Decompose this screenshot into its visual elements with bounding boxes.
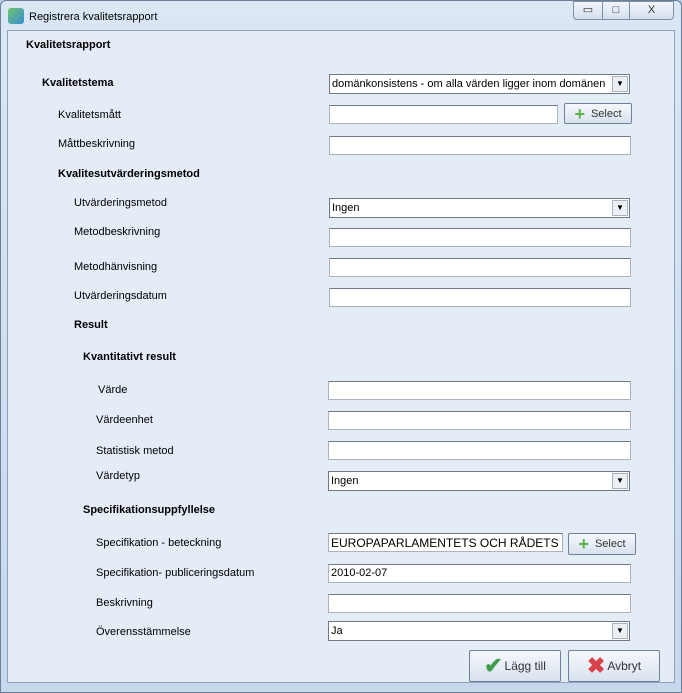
result-heading: Result [74, 319, 108, 331]
chevron-down-icon[interactable]: ▼ [612, 623, 628, 639]
app-icon [8, 8, 24, 24]
plus-icon: + [578, 534, 589, 554]
spec-heading: Specifikationsuppfyllelse [83, 504, 216, 516]
metodhanv-label: Metodhänvisning [74, 261, 158, 273]
tema-combo[interactable]: domänkonsistens - om alla värden ligger … [329, 74, 630, 94]
add-label: Lägg till [504, 659, 546, 673]
plus-icon: + [574, 103, 585, 124]
x-icon: ✖ [586, 653, 606, 678]
minimize-button[interactable]: ▭ [573, 1, 603, 20]
specpub-label: Specifikation- publiceringsdatum [96, 567, 255, 579]
vardeenhet-input[interactable] [328, 411, 631, 430]
vardetyp-combo[interactable]: Ingen ▼ [328, 471, 630, 491]
matt-select-button[interactable]: + Select [564, 103, 632, 124]
add-button[interactable]: ✔ Lägg till [469, 650, 561, 682]
varde-label: Värde [98, 384, 128, 396]
beskr-input[interactable] [328, 594, 631, 613]
vardetyp-value: Ingen [331, 475, 359, 487]
statmetod-input[interactable] [328, 441, 631, 460]
beskr-label: Beskrivning [96, 597, 153, 609]
utvmetod-value: Ingen [332, 202, 360, 214]
select-label: Select [590, 107, 622, 120]
tema-label: Kvalitetstema [42, 77, 114, 89]
utvdatum-input[interactable] [329, 288, 631, 307]
cancel-label: Avbryt [607, 659, 642, 673]
report-heading: Kvalitetsrapport [26, 39, 111, 51]
specbet-input[interactable]: EUROPAPARLAMENTETS OCH RÅDETS DIREKTIV [328, 533, 563, 552]
select-label: Select [594, 538, 626, 550]
overens-value: Ja [331, 625, 343, 637]
utvdatum-label: Utvärderingsdatum [74, 290, 167, 302]
overens-label: Överensstämmelse [96, 626, 191, 638]
spec-select-button[interactable]: + Select [568, 533, 636, 555]
vardeenhet-label: Värdeenhet [96, 414, 153, 426]
overens-combo[interactable]: Ja ▼ [328, 621, 630, 641]
specpub-input[interactable]: 2010-02-07 [328, 564, 631, 583]
matt-label: Kvalitetsmått [58, 109, 121, 121]
metodbeskr-input[interactable] [329, 228, 631, 247]
mattbeskr-input[interactable] [329, 136, 631, 155]
maximize-button[interactable]: □ [602, 1, 630, 20]
utvmetod-label: Utvärderingsmetod [74, 197, 167, 209]
tema-value: domänkonsistens - om alla värden ligger … [332, 78, 606, 90]
window-title: Registrera kvalitetsrapport [29, 11, 158, 23]
kvant-heading: Kvantitativt result [83, 351, 176, 363]
chevron-down-icon[interactable]: ▼ [612, 473, 628, 489]
metodhanv-input[interactable] [329, 258, 631, 277]
varde-input[interactable] [328, 381, 631, 400]
matt-input[interactable] [329, 105, 558, 124]
chevron-down-icon[interactable]: ▼ [612, 200, 628, 216]
statmetod-label: Statistisk metod [96, 445, 174, 457]
mattbeskr-label: Måttbeskrivning [58, 138, 136, 150]
check-icon: ✔ [484, 653, 503, 678]
cancel-button[interactable]: ✖ Avbryt [568, 650, 660, 682]
metod-heading: Kvalitesutvärderingsmetod [58, 168, 200, 180]
chevron-down-icon[interactable]: ▼ [612, 76, 628, 92]
vardetyp-label: Värdetyp [96, 470, 141, 482]
utvmetod-combo[interactable]: Ingen ▼ [329, 198, 630, 218]
metodbeskr-label: Metodbeskrivning [74, 226, 161, 238]
specbet-label: Specifikation - beteckning [96, 537, 222, 549]
close-button[interactable]: X [629, 1, 674, 20]
